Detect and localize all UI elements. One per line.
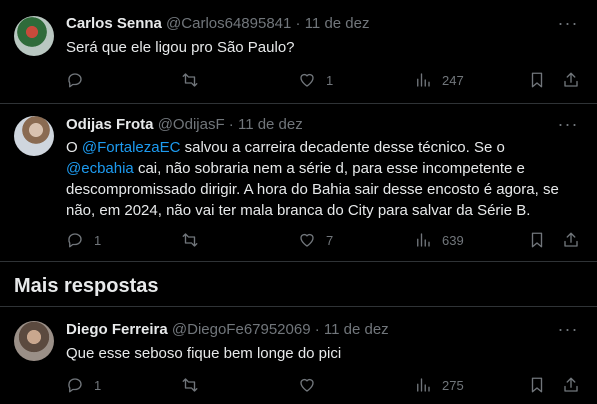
avatar[interactable] [14, 321, 54, 361]
share-icon [564, 232, 578, 247]
tweet-text: O @FortalezaEC salvou a carreira decaden… [66, 137, 571, 221]
reply-icon [68, 378, 82, 393]
text-part: O [66, 139, 82, 156]
bookmark-icon [531, 232, 543, 248]
tweet-header: Diego Ferreira @DiegoFe67952069 · 11 de … [66, 320, 389, 340]
tweet-text: Que esse seboso fique bem longe do pici [66, 345, 342, 362]
heart-icon [300, 233, 314, 247]
timestamp[interactable]: 11 de dez [238, 116, 303, 133]
heart-icon [300, 378, 314, 392]
bookmark-icon [531, 72, 543, 88]
views-count: 247 [442, 72, 464, 88]
like-button[interactable]: 1 [298, 70, 333, 90]
bookmark-button[interactable] [528, 375, 546, 395]
timestamp[interactable]: 11 de dez [324, 321, 389, 338]
heart-icon [300, 73, 314, 87]
share-button[interactable] [562, 70, 580, 90]
tweet-header: Odijas Frota @OdijasF · 11 de dez [66, 115, 303, 135]
views-chart-icon [417, 73, 430, 87]
tweet-actions: 1 247 [66, 70, 586, 90]
text-part: cai, não sobraria nem a série d, para es… [66, 160, 559, 219]
author-handle[interactable]: @OdijasF [158, 116, 225, 133]
like-button[interactable] [298, 375, 326, 395]
like-count: 7 [326, 232, 334, 248]
reply-icon [68, 233, 82, 248]
timestamp[interactable]: 11 de dez [305, 15, 370, 32]
reply-button[interactable] [66, 70, 94, 90]
author-name[interactable]: Carlos Senna [66, 15, 162, 32]
like-button[interactable]: 7 [298, 230, 333, 250]
avatar[interactable] [14, 116, 54, 156]
views-button[interactable]: 247 [414, 70, 464, 90]
reply-tweet[interactable]: Carlos Senna @Carlos64895841 · 11 de dez… [0, 0, 597, 103]
share-icon [564, 377, 578, 392]
divider [0, 261, 597, 262]
mention-link[interactable]: @ecbahia [66, 160, 134, 177]
views-button[interactable]: 639 [414, 230, 464, 250]
more-options-icon[interactable]: ··· [557, 320, 579, 342]
avatar[interactable] [14, 16, 54, 56]
share-button[interactable] [562, 230, 580, 250]
author-name[interactable]: Diego Ferreira [66, 321, 168, 338]
mention-link[interactable]: @FortalezaEC [82, 139, 181, 156]
reply-count: 1 [94, 377, 102, 393]
views-button[interactable]: 275 [414, 375, 464, 395]
section-title: Mais respostas [14, 275, 159, 297]
tweet-actions: 1 275 [66, 375, 586, 395]
retweet-button[interactable] [181, 230, 209, 250]
tweet-header: Carlos Senna @Carlos64895841 · 11 de dez [66, 14, 369, 34]
bookmark-button[interactable] [528, 230, 546, 250]
reply-tweet[interactable]: Diego Ferreira @DiegoFe67952069 · 11 de … [0, 307, 597, 404]
reply-button[interactable]: 1 [66, 375, 101, 395]
bookmark-button[interactable] [528, 70, 546, 90]
tweet-actions: 1 7 639 [66, 230, 586, 250]
retweet-icon [182, 378, 198, 392]
views-count: 639 [442, 232, 464, 248]
retweet-icon [182, 233, 198, 247]
more-options-icon[interactable]: ··· [557, 14, 579, 36]
separator: · [228, 116, 234, 133]
like-count: 1 [326, 72, 334, 88]
retweet-icon [182, 73, 198, 87]
separator: · [295, 15, 301, 32]
reply-count: 1 [94, 232, 102, 248]
author-handle[interactable]: @DiegoFe67952069 [172, 321, 311, 338]
text-part: salvou a carreira decadente desse técnic… [180, 139, 505, 156]
reply-icon [68, 73, 82, 88]
share-icon [564, 72, 578, 87]
retweet-button[interactable] [181, 70, 209, 90]
views-count: 275 [442, 377, 464, 393]
share-button[interactable] [562, 375, 580, 395]
bookmark-icon [531, 377, 543, 393]
reply-tweet[interactable]: Odijas Frota @OdijasF · 11 de dez ··· O … [0, 104, 597, 260]
separator: · [314, 321, 320, 338]
author-name[interactable]: Odijas Frota [66, 116, 154, 133]
reply-button[interactable]: 1 [66, 230, 101, 250]
tweet-text: Será que ele ligou pro São Paulo? [66, 39, 295, 56]
views-chart-icon [417, 233, 430, 247]
author-handle[interactable]: @Carlos64895841 [166, 15, 291, 32]
retweet-button[interactable] [181, 375, 209, 395]
more-options-icon[interactable]: ··· [557, 115, 579, 137]
views-chart-icon [417, 378, 430, 392]
